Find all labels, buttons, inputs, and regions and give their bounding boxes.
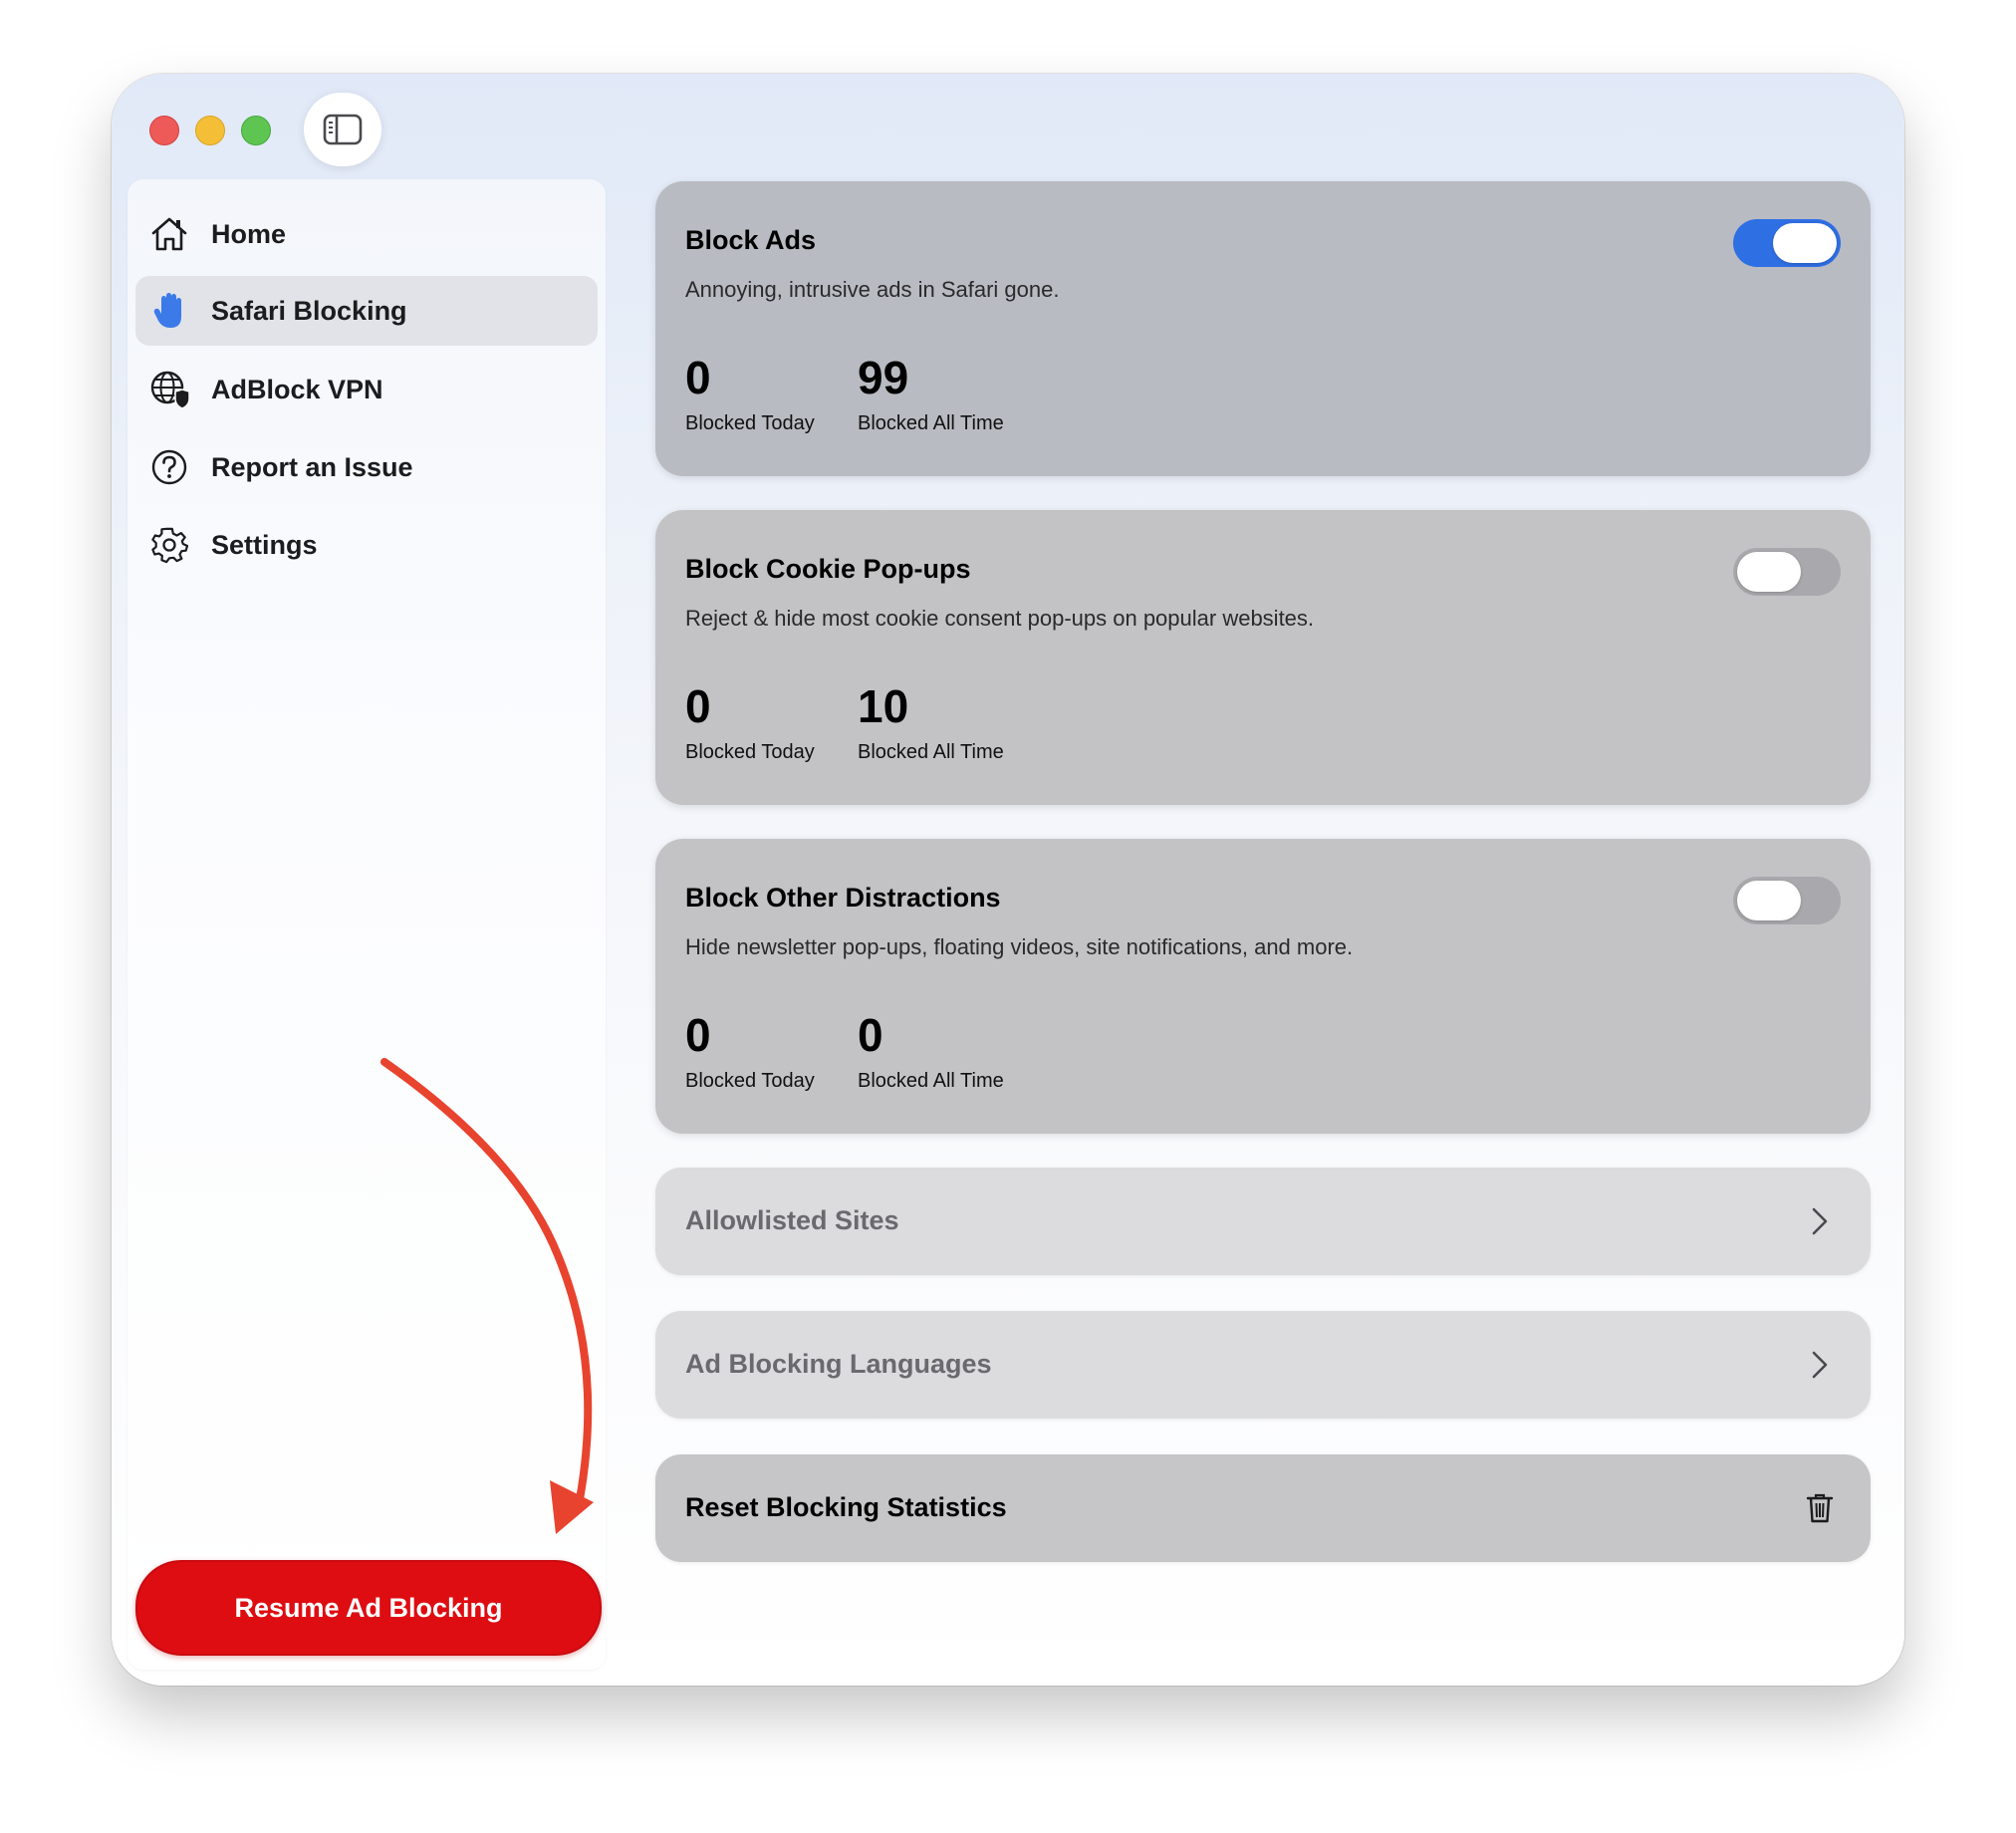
toggle-knob bbox=[1737, 881, 1801, 920]
blocked-all-time-label: Blocked All Time bbox=[858, 741, 1004, 763]
ad-blocking-languages-row[interactable]: Ad Blocking Languages bbox=[655, 1311, 1871, 1419]
question-circle-icon bbox=[147, 445, 191, 489]
hand-icon bbox=[147, 289, 191, 333]
minimize-window-button[interactable] bbox=[195, 116, 225, 145]
row-label: Allowlisted Sites bbox=[685, 1205, 899, 1235]
sidebar-item-safari-blocking[interactable]: Safari Blocking bbox=[135, 276, 598, 346]
sidebar-item-report-issue[interactable]: Report an Issue bbox=[135, 432, 598, 502]
block-ads-card: Block Ads Annoying, intrusive ads in Saf… bbox=[655, 181, 1871, 476]
sidebar-item-settings[interactable]: Settings bbox=[135, 510, 598, 580]
blocked-today-label: Blocked Today bbox=[685, 412, 815, 434]
block-other-distractions-card: Block Other Distractions Hide newsletter… bbox=[655, 839, 1871, 1134]
close-window-button[interactable] bbox=[149, 116, 179, 145]
zoom-window-button[interactable] bbox=[241, 116, 271, 145]
block-cookie-popups-card: Block Cookie Pop-ups Reject & hide most … bbox=[655, 510, 1871, 805]
toggle-knob bbox=[1773, 223, 1837, 263]
blocked-all-time-count: 0 bbox=[858, 1009, 883, 1061]
resume-ad-blocking-button[interactable]: Resume Ad Blocking bbox=[135, 1560, 602, 1656]
sidebar-item-home[interactable]: Home bbox=[135, 199, 598, 269]
globe-shield-icon bbox=[147, 368, 191, 411]
blocked-today-count: 0 bbox=[685, 352, 711, 403]
blocked-today-count: 0 bbox=[685, 1009, 711, 1061]
reset-blocking-statistics-row[interactable]: Reset Blocking Statistics bbox=[655, 1454, 1871, 1562]
blocked-all-time-count: 10 bbox=[858, 680, 909, 732]
card-title: Block Ads bbox=[685, 225, 817, 255]
sidebar-toggle-button[interactable] bbox=[304, 93, 381, 166]
blocked-today-label: Blocked Today bbox=[685, 1070, 815, 1092]
sidebar-item-label: AdBlock VPN bbox=[211, 374, 383, 404]
app-window: Home Safari Blocking AdBlock VPN Report … bbox=[112, 74, 1904, 1686]
blocked-all-time-label: Blocked All Time bbox=[858, 1070, 1004, 1092]
blocked-all-time-count: 99 bbox=[858, 352, 909, 403]
block-cookie-popups-toggle[interactable] bbox=[1733, 548, 1841, 596]
block-ads-toggle[interactable] bbox=[1733, 219, 1841, 267]
card-title: Block Other Distractions bbox=[685, 883, 1001, 913]
house-icon bbox=[147, 212, 191, 256]
sidebar-item-label: Report an Issue bbox=[211, 451, 413, 482]
toggle-knob bbox=[1737, 552, 1801, 592]
gear-icon bbox=[147, 523, 191, 567]
allowlisted-sites-row[interactable]: Allowlisted Sites bbox=[655, 1168, 1871, 1275]
sidebar-item-label: Settings bbox=[211, 529, 318, 560]
card-subtitle: Annoying, intrusive ads in Safari gone. bbox=[685, 277, 1060, 302]
blocked-all-time-label: Blocked All Time bbox=[858, 412, 1004, 434]
sidebar-item-label: Home bbox=[211, 218, 287, 249]
chevron-right-icon bbox=[1803, 1203, 1837, 1239]
sidebar: Home Safari Blocking AdBlock VPN Report … bbox=[127, 179, 606, 1670]
sidebar-icon bbox=[323, 114, 363, 145]
row-label: Ad Blocking Languages bbox=[685, 1349, 992, 1379]
sidebar-item-adblock-vpn[interactable]: AdBlock VPN bbox=[135, 355, 598, 424]
block-other-distractions-toggle[interactable] bbox=[1733, 877, 1841, 924]
sidebar-item-label: Safari Blocking bbox=[211, 295, 407, 326]
card-title: Block Cookie Pop-ups bbox=[685, 554, 971, 584]
row-label: Reset Blocking Statistics bbox=[685, 1492, 1007, 1522]
blocked-today-count: 0 bbox=[685, 680, 711, 732]
chevron-right-icon bbox=[1803, 1347, 1837, 1383]
trash-icon[interactable] bbox=[1803, 1490, 1837, 1526]
blocked-today-label: Blocked Today bbox=[685, 741, 815, 763]
card-subtitle: Reject & hide most cookie consent pop-up… bbox=[685, 606, 1315, 631]
card-subtitle: Hide newsletter pop-ups, floating videos… bbox=[685, 934, 1354, 959]
